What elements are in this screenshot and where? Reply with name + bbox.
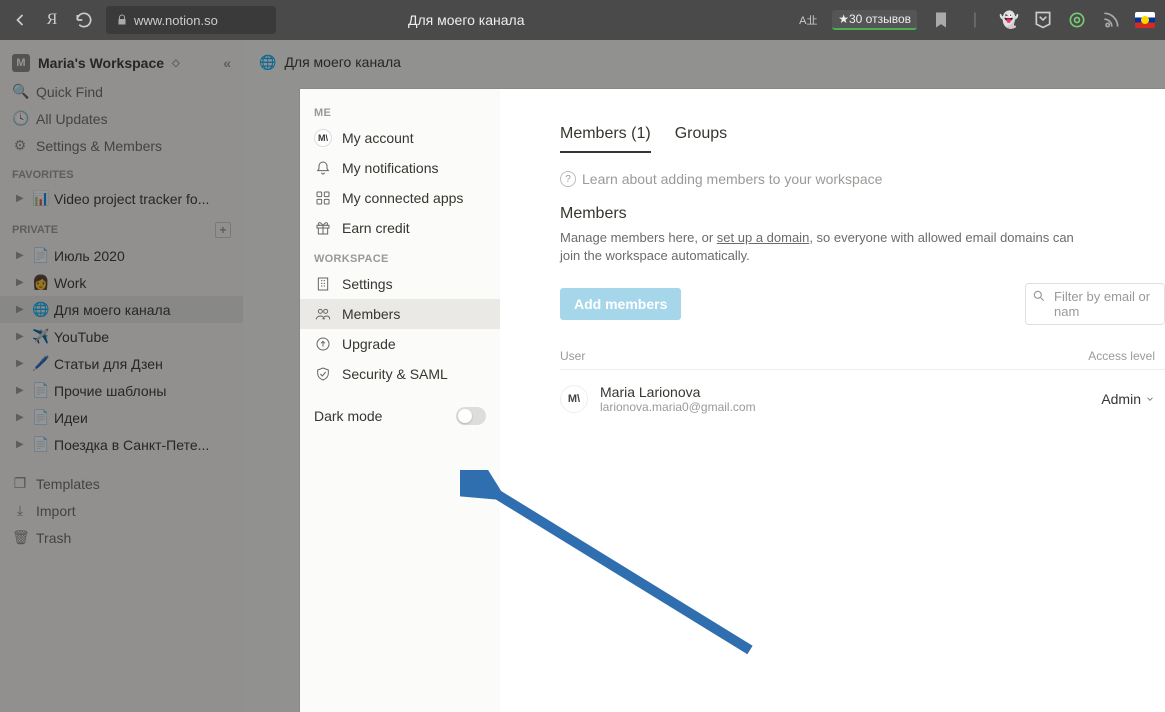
col-access: Access level bbox=[1075, 349, 1165, 363]
col-user: User bbox=[560, 349, 1075, 363]
nav-label: My notifications bbox=[342, 160, 438, 176]
filter-placeholder: Filter by email or nam bbox=[1054, 289, 1150, 319]
yandex-icon[interactable]: Я bbox=[42, 10, 62, 30]
tabs: Members (1) Groups bbox=[560, 125, 1165, 153]
dark-mode-toggle[interactable] bbox=[456, 407, 486, 425]
table-row: M\ Maria Larionova larionova.maria0@gmai… bbox=[560, 370, 1165, 428]
url-text: www.notion.so bbox=[134, 13, 218, 28]
nav-upgrade[interactable]: Upgrade bbox=[300, 329, 500, 359]
nav-label: Members bbox=[342, 306, 400, 322]
rss-icon[interactable] bbox=[1101, 10, 1121, 30]
ext-icon-1[interactable]: 👻 bbox=[999, 10, 1019, 30]
url-box[interactable]: www.notion.so bbox=[106, 6, 276, 34]
grid-icon bbox=[314, 189, 332, 207]
help-icon: ? bbox=[560, 171, 576, 187]
lock-icon bbox=[116, 14, 128, 26]
nav-label: Security & SAML bbox=[342, 366, 448, 382]
table-header: User Access level bbox=[560, 343, 1165, 370]
browser-toolbar: Я www.notion.so Для моего канала A㐀 ★30 … bbox=[0, 0, 1165, 40]
nav-label: Settings bbox=[342, 276, 393, 292]
ext-icon-2[interactable] bbox=[1033, 10, 1053, 30]
hint-text: Learn about adding members to your works… bbox=[582, 171, 882, 187]
gift-icon bbox=[314, 219, 332, 237]
members-heading: Members bbox=[560, 205, 1165, 223]
nav-my-account[interactable]: M\ My account bbox=[300, 123, 500, 153]
help-hint[interactable]: ? Learn about adding members to your work… bbox=[560, 171, 1165, 187]
ext-icon-3[interactable] bbox=[1067, 10, 1087, 30]
nav-settings[interactable]: Settings bbox=[300, 269, 500, 299]
filter-input[interactable]: Filter by email or nam bbox=[1025, 283, 1165, 325]
nav-earn-credit[interactable]: Earn credit bbox=[300, 213, 500, 243]
up-icon bbox=[314, 335, 332, 353]
reload-icon[interactable] bbox=[74, 10, 94, 30]
chevron-down-icon bbox=[1145, 394, 1155, 404]
nav-members[interactable]: Members bbox=[300, 299, 500, 329]
setup-domain-link[interactable]: set up a domain bbox=[717, 230, 810, 245]
building-icon bbox=[314, 275, 332, 293]
flag-icon[interactable] bbox=[1135, 12, 1155, 28]
nav-connected-apps[interactable]: My connected apps bbox=[300, 183, 500, 213]
access-level-dropdown[interactable]: Admin bbox=[1101, 391, 1165, 407]
shield-icon bbox=[314, 365, 332, 383]
member-email: larionova.maria0@gmail.com bbox=[600, 400, 756, 414]
member-name: Maria Larionova bbox=[600, 384, 756, 400]
avatar-icon: M\ bbox=[314, 129, 332, 147]
tab-members[interactable]: Members (1) bbox=[560, 125, 651, 153]
nav-label: My account bbox=[342, 130, 414, 146]
settings-modal: ME M\ My account My notifications My conn… bbox=[300, 89, 1165, 712]
members-description: Manage members here, or set up a domain,… bbox=[560, 229, 1080, 265]
access-label: Admin bbox=[1101, 391, 1141, 407]
avatar: M\ bbox=[560, 385, 588, 413]
nav-security[interactable]: Security & SAML bbox=[300, 359, 500, 389]
nav-label: Earn credit bbox=[342, 220, 410, 236]
tab-groups[interactable]: Groups bbox=[675, 125, 727, 153]
bookmark-icon[interactable] bbox=[931, 10, 951, 30]
me-section-label: ME bbox=[300, 97, 500, 123]
reviews-badge[interactable]: ★30 отзывов bbox=[832, 10, 917, 30]
nav-label: Upgrade bbox=[342, 336, 396, 352]
search-icon bbox=[1032, 289, 1046, 303]
bell-icon bbox=[314, 159, 332, 177]
add-members-button[interactable]: Add members bbox=[560, 288, 681, 320]
dark-mode-row: Dark mode bbox=[300, 389, 500, 443]
nav-label: My connected apps bbox=[342, 190, 463, 206]
settings-nav: ME M\ My account My notifications My conn… bbox=[300, 89, 500, 712]
separator: | bbox=[965, 10, 985, 30]
translate-icon[interactable]: A㐀 bbox=[798, 10, 818, 30]
settings-content: Members (1) Groups ? Learn about adding m… bbox=[500, 89, 1165, 712]
browser-tab-title: Для моего канала bbox=[408, 12, 524, 28]
people-icon bbox=[314, 305, 332, 323]
back-icon[interactable] bbox=[10, 10, 30, 30]
ws-section-label: WORKSPACE bbox=[300, 243, 500, 269]
nav-my-notifications[interactable]: My notifications bbox=[300, 153, 500, 183]
dark-mode-label: Dark mode bbox=[314, 408, 382, 424]
